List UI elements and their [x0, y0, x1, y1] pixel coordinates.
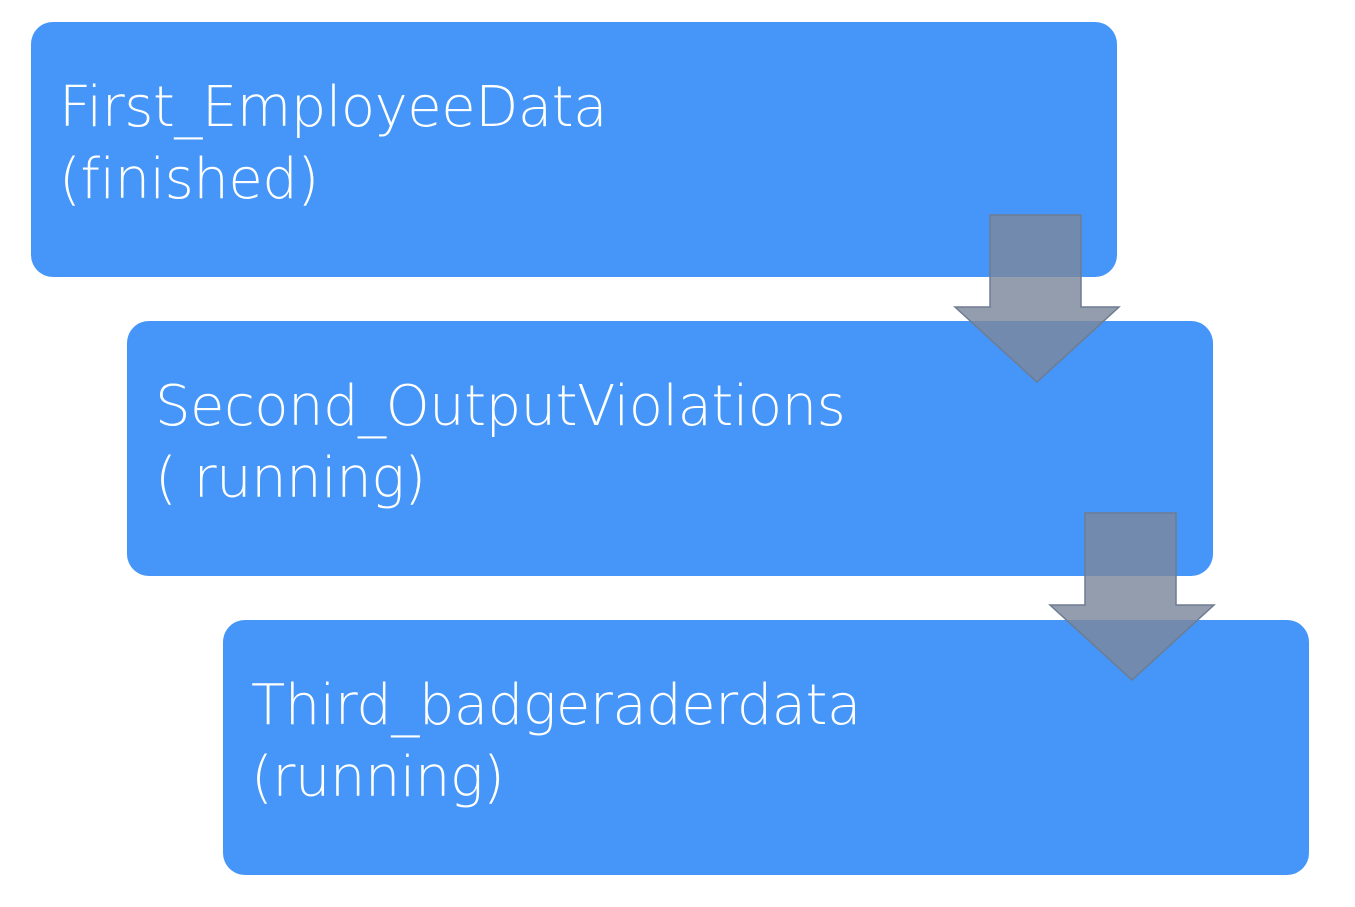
step-status: (finished) [59, 147, 319, 212]
down-arrow-icon [1048, 512, 1216, 682]
down-arrow-icon [953, 214, 1121, 384]
step-status: ( running) [155, 446, 426, 511]
step-status: (running) [251, 745, 505, 810]
step-name: First_EmployeeData [59, 75, 607, 140]
process-flow-diagram: First_EmployeeData (finished) Second_Out… [0, 0, 1355, 907]
